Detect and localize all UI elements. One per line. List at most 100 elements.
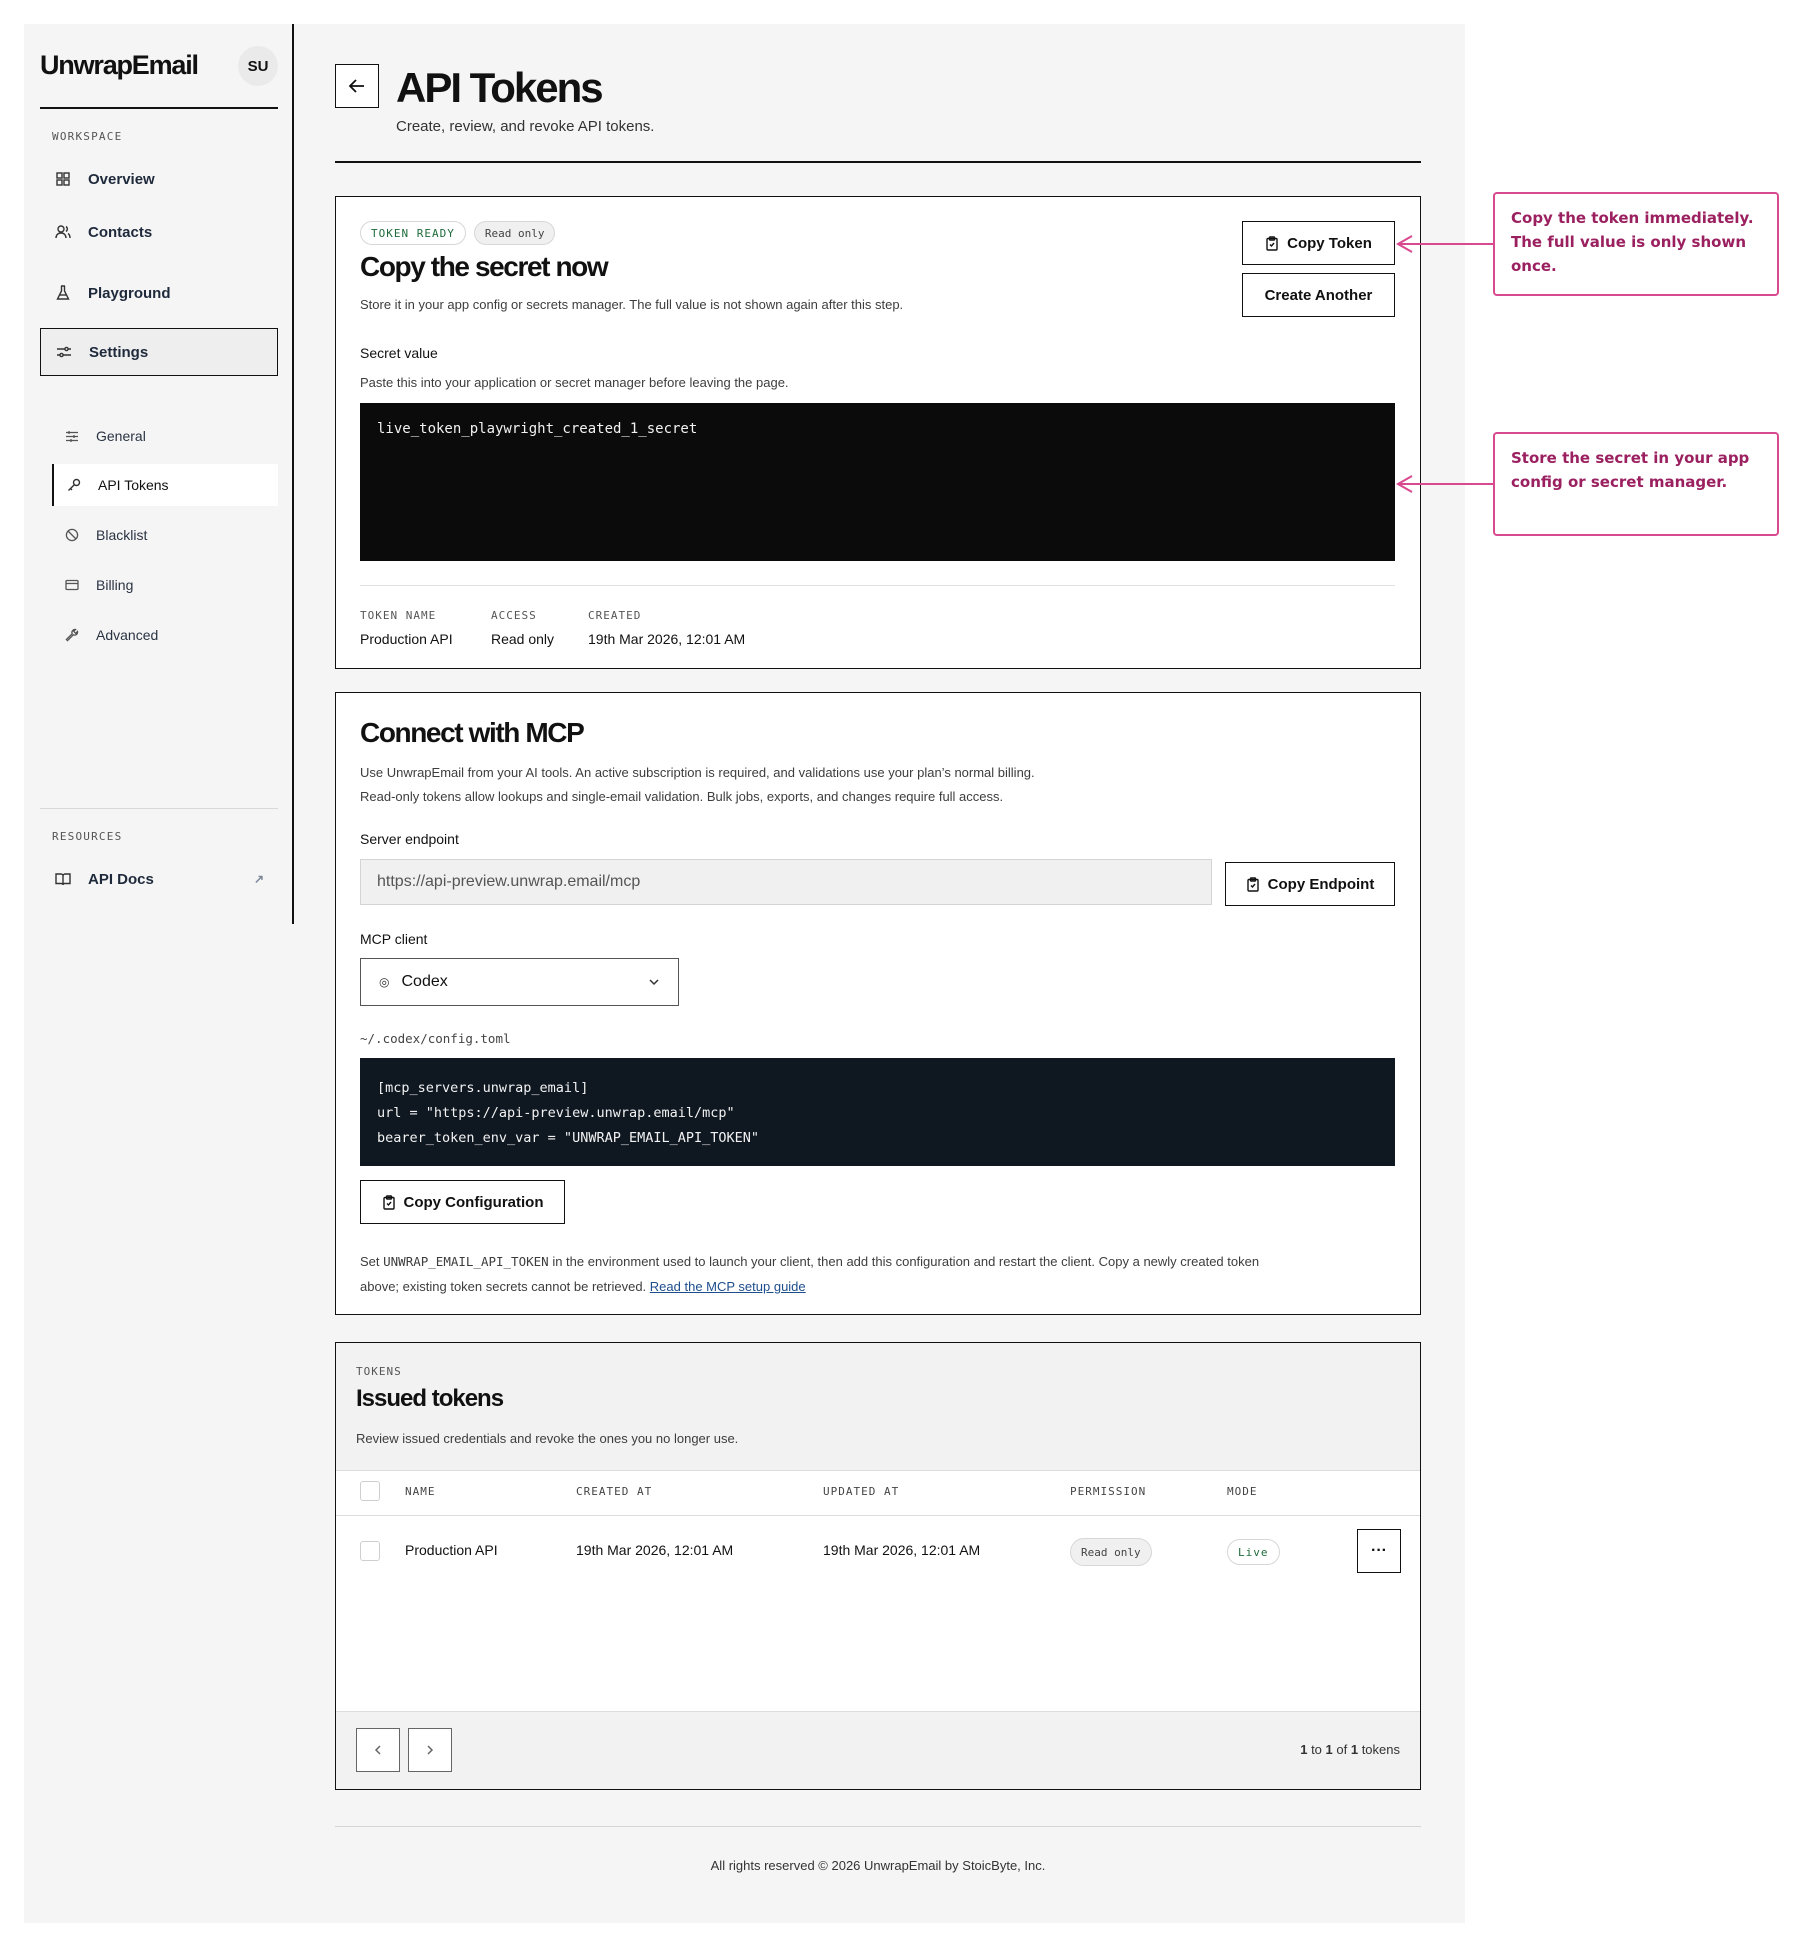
- users-icon: [54, 223, 72, 241]
- sidebar-item-label: Playground: [88, 284, 171, 302]
- clipboard-icon: [1266, 235, 1278, 251]
- sidebar-item-playground[interactable]: Playground: [40, 269, 278, 317]
- secret-help: Paste this into your application or secr…: [360, 375, 789, 390]
- note-text: in the environment used to launch your c…: [548, 1254, 1260, 1269]
- card-title: Copy the secret now: [360, 251, 609, 282]
- sidebar-item-advanced[interactable]: Advanced: [52, 614, 278, 656]
- brand-logo[interactable]: UnwrapEmail: [40, 50, 199, 81]
- callout-store-secret: Store the secret in your app config or s…: [1493, 432, 1779, 536]
- sidebar-item-label: Overview: [88, 170, 155, 188]
- sidebar-item-contacts[interactable]: Contacts: [40, 208, 278, 256]
- create-another-label: Create Another: [1264, 286, 1373, 304]
- select-all-checkbox[interactable]: [360, 1481, 380, 1501]
- next-page-button[interactable]: [408, 1728, 452, 1772]
- sidebar-item-billing[interactable]: Billing: [52, 564, 278, 606]
- pagination-text: tokens: [1358, 1742, 1400, 1757]
- access-badge: Read only: [473, 221, 556, 245]
- sidebar-item-label: API Docs: [88, 870, 154, 888]
- sidebar-item-label: General: [96, 428, 146, 444]
- copy-configuration-label: Copy Configuration: [403, 1193, 544, 1211]
- mcp-setup-guide-link[interactable]: Read the MCP setup guide: [650, 1279, 806, 1294]
- sidebar-item-label: Contacts: [88, 223, 153, 241]
- mcp-client-value: Codex: [401, 973, 448, 990]
- mcp-card: Connect with MCP Use UnwrapEmail from yo…: [335, 692, 1421, 1315]
- sliders-icon: [64, 428, 80, 444]
- ban-icon: [64, 527, 80, 543]
- config-code-block[interactable]: [mcp_servers.unwrap_email] url = "https:…: [360, 1058, 1395, 1166]
- pagination-summary: 1 to 1 of 1 tokens: [1300, 1742, 1400, 1757]
- avatar[interactable]: SU: [238, 46, 278, 86]
- page-subtitle: Create, review, and revoke API tokens.: [396, 118, 655, 135]
- table-card-header: TOKENS Issued tokens Review issued crede…: [336, 1343, 1420, 1471]
- sidebar: UnwrapEmail SU WORKSPACE Overview Contac…: [24, 24, 294, 924]
- column-header-permission[interactable]: PERMISSION: [1070, 1485, 1146, 1498]
- card-icon: [64, 577, 80, 593]
- create-another-button[interactable]: Create Another: [1242, 273, 1395, 317]
- chevron-down-icon: [649, 979, 659, 986]
- flask-icon: [54, 284, 72, 302]
- sliders-icon: [55, 343, 73, 361]
- key-icon: [66, 477, 82, 493]
- sidebar-item-label: Settings: [89, 343, 149, 361]
- wrench-icon: [64, 627, 80, 643]
- sidebar-item-api-tokens[interactable]: API Tokens: [52, 464, 278, 506]
- brand-row: UnwrapEmail SU: [40, 44, 278, 88]
- clipboard-icon: [382, 1194, 395, 1210]
- copy-endpoint-button[interactable]: Copy Endpoint: [1225, 862, 1395, 906]
- row-actions-button[interactable]: ···: [1357, 1529, 1401, 1573]
- endpoint-input[interactable]: [360, 859, 1212, 905]
- column-header-updated[interactable]: UPDATED AT: [823, 1485, 899, 1498]
- divider: [360, 585, 1395, 586]
- sidebar-item-blacklist[interactable]: Blacklist: [52, 514, 278, 556]
- token-created: 19th Mar 2026, 12:01 AM: [576, 1542, 734, 1558]
- config-line: bearer_token_env_var = "UNWRAP_EMAIL_API…: [377, 1130, 760, 1146]
- permission-badge: Read only: [1070, 1538, 1152, 1566]
- meta-value-created: 19th Mar 2026, 12:01 AM: [588, 631, 746, 647]
- back-button[interactable]: [335, 64, 379, 108]
- section-label-workspace: WORKSPACE: [52, 130, 123, 143]
- sidebar-item-label: Advanced: [96, 627, 159, 643]
- secret-value-box[interactable]: live_token_playwright_created_1_secret: [360, 403, 1395, 561]
- sidebar-item-label: API Tokens: [98, 477, 169, 493]
- status-badge: TOKEN READY: [360, 221, 466, 245]
- tokens-description: Review issued credentials and revoke the…: [356, 1431, 739, 1446]
- badge-row: TOKEN READY Read only: [360, 221, 556, 245]
- mode-badge-wrap: Live: [1227, 1539, 1280, 1565]
- endpoint-label: Server endpoint: [360, 831, 459, 847]
- sidebar-item-label: Billing: [96, 577, 134, 593]
- sidebar-item-overview[interactable]: Overview: [40, 155, 278, 203]
- env-var-name: UNWRAP_EMAIL_API_TOKEN: [383, 1254, 549, 1269]
- secret-card: TOKEN READY Read only Copy the secret no…: [335, 196, 1421, 669]
- sidebar-item-settings[interactable]: Settings: [40, 328, 278, 376]
- mcp-client-select[interactable]: ◎ Codex: [360, 958, 679, 1006]
- column-header-name[interactable]: NAME: [405, 1485, 436, 1498]
- callout-copy-token: Copy the token immediately. The full val…: [1493, 192, 1779, 296]
- meta-value-name: Production API: [360, 631, 453, 647]
- row-checkbox[interactable]: [360, 1541, 380, 1561]
- codex-icon: ◎: [379, 975, 390, 989]
- meta-value-access: Read only: [491, 631, 555, 647]
- column-header-mode[interactable]: MODE: [1227, 1485, 1258, 1498]
- note-text: above; existing token secrets cannot be …: [360, 1279, 650, 1294]
- previous-page-button[interactable]: [356, 1728, 400, 1772]
- column-header-created[interactable]: CREATED AT: [576, 1485, 652, 1498]
- page-footer: All rights reserved © 2026 UnwrapEmail b…: [710, 1858, 1046, 1873]
- sidebar-item-general[interactable]: General: [52, 415, 278, 457]
- permission-badge-wrap: Read only: [1070, 1538, 1152, 1566]
- sidebar-item-label: Blacklist: [96, 527, 148, 543]
- secret-label: Secret value: [360, 345, 438, 361]
- external-link-icon: ↗: [253, 872, 264, 886]
- page-to: 1: [1325, 1742, 1333, 1757]
- secret-value: live_token_playwright_created_1_secret: [377, 421, 698, 437]
- copy-token-button[interactable]: Copy Token: [1242, 221, 1395, 265]
- tokens-eyebrow: TOKENS: [356, 1365, 402, 1378]
- meta-label-name: TOKEN NAME: [360, 609, 437, 622]
- mcp-description-1: Use UnwrapEmail from your AI tools. An a…: [360, 765, 1035, 780]
- copy-configuration-button[interactable]: Copy Configuration: [360, 1180, 565, 1224]
- mcp-description-2: Read-only tokens allow lookups and singl…: [360, 789, 1004, 804]
- pagination-text: of: [1332, 1742, 1351, 1757]
- book-icon: [54, 870, 72, 888]
- mcp-note: Set UNWRAP_EMAIL_API_TOKEN in the enviro…: [360, 1249, 1400, 1299]
- sidebar-item-api-docs[interactable]: API Docs ↗: [40, 855, 278, 903]
- config-path: ~/.codex/config.toml: [360, 1031, 511, 1046]
